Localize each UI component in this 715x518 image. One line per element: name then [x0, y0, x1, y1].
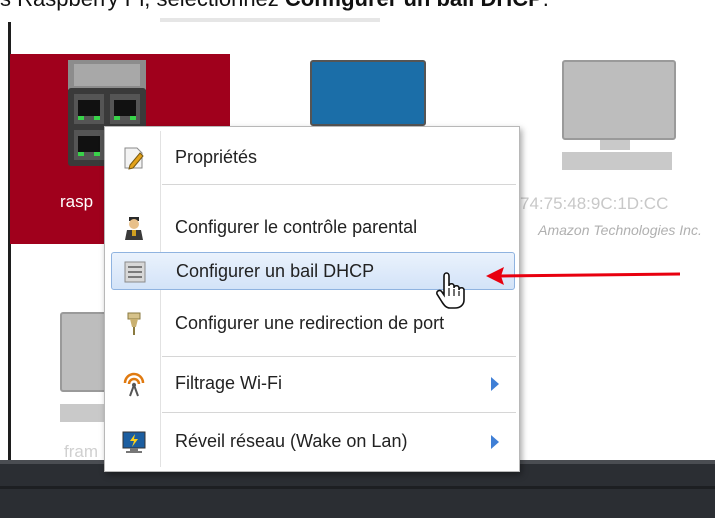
- menu-separator: [162, 356, 516, 357]
- keyboard: [562, 152, 672, 170]
- menu-item-label: Filtrage Wi-Fi: [175, 373, 282, 393]
- top-bar: [160, 18, 380, 22]
- monitor-icon: [310, 60, 426, 126]
- port-forward-icon: [127, 312, 141, 335]
- menu-item-label: Configurer une redirection de port: [175, 313, 445, 333]
- device-gray-monitor[interactable]: [560, 60, 680, 180]
- parental-control-icon: [125, 217, 143, 240]
- edit-document-icon: [124, 147, 144, 170]
- device-blue-monitor[interactable]: [308, 60, 428, 130]
- menu-item-wake-on-lan[interactable]: Réveil réseau (Wake on Lan): [111, 423, 515, 461]
- submenu-arrow-icon: [491, 435, 499, 449]
- hand-pointer-cursor-icon: [436, 272, 465, 309]
- menu-separator: [162, 412, 516, 413]
- submenu-arrow-icon: [491, 377, 499, 391]
- menu-item-proprietes[interactable]: Propriétés: [111, 139, 515, 177]
- caption-bold: Configurer un bail DHCP: [285, 0, 543, 11]
- band-stripe: [0, 486, 715, 489]
- caption-text: s Raspberry Pi, sélectionnez: [0, 0, 285, 11]
- menu-item-label: Configurer le contrôle parental: [175, 217, 418, 237]
- wake-on-lan-icon: [122, 431, 146, 453]
- menu-item-port-forward[interactable]: Configurer une redirection de port: [111, 305, 515, 343]
- keyboard: [60, 404, 110, 422]
- menu-separator: [162, 184, 516, 185]
- monitor-icon: [562, 60, 676, 140]
- device-label-raspberry: rasp: [60, 192, 94, 211]
- device-mac-address: 74:75:48:9C:1D:CC: [520, 194, 669, 213]
- instruction-caption: s Raspberry Pi, sélectionnez Configurer …: [0, 0, 715, 12]
- device-vendor: Amazon Technologies Inc.: [538, 222, 702, 238]
- monitor-stand: [600, 140, 630, 150]
- menu-item-label: Propriétés: [175, 147, 258, 167]
- caption-suffix: .: [543, 0, 549, 11]
- device-label-fram: fram: [64, 442, 98, 461]
- wifi-icon: [123, 372, 145, 397]
- menu-item-wifi-filter[interactable]: Filtrage Wi-Fi: [111, 365, 515, 403]
- menu-item-label: Configurer un bail DHCP: [176, 261, 375, 281]
- dhcp-lease-icon: [124, 261, 146, 283]
- red-annotation-arrow-icon: [486, 267, 681, 285]
- menu-item-label: Réveil réseau (Wake on Lan): [175, 431, 408, 451]
- menu-item-parental-control[interactable]: Configurer le contrôle parental: [111, 209, 515, 247]
- menu-icon-separator: [160, 131, 161, 467]
